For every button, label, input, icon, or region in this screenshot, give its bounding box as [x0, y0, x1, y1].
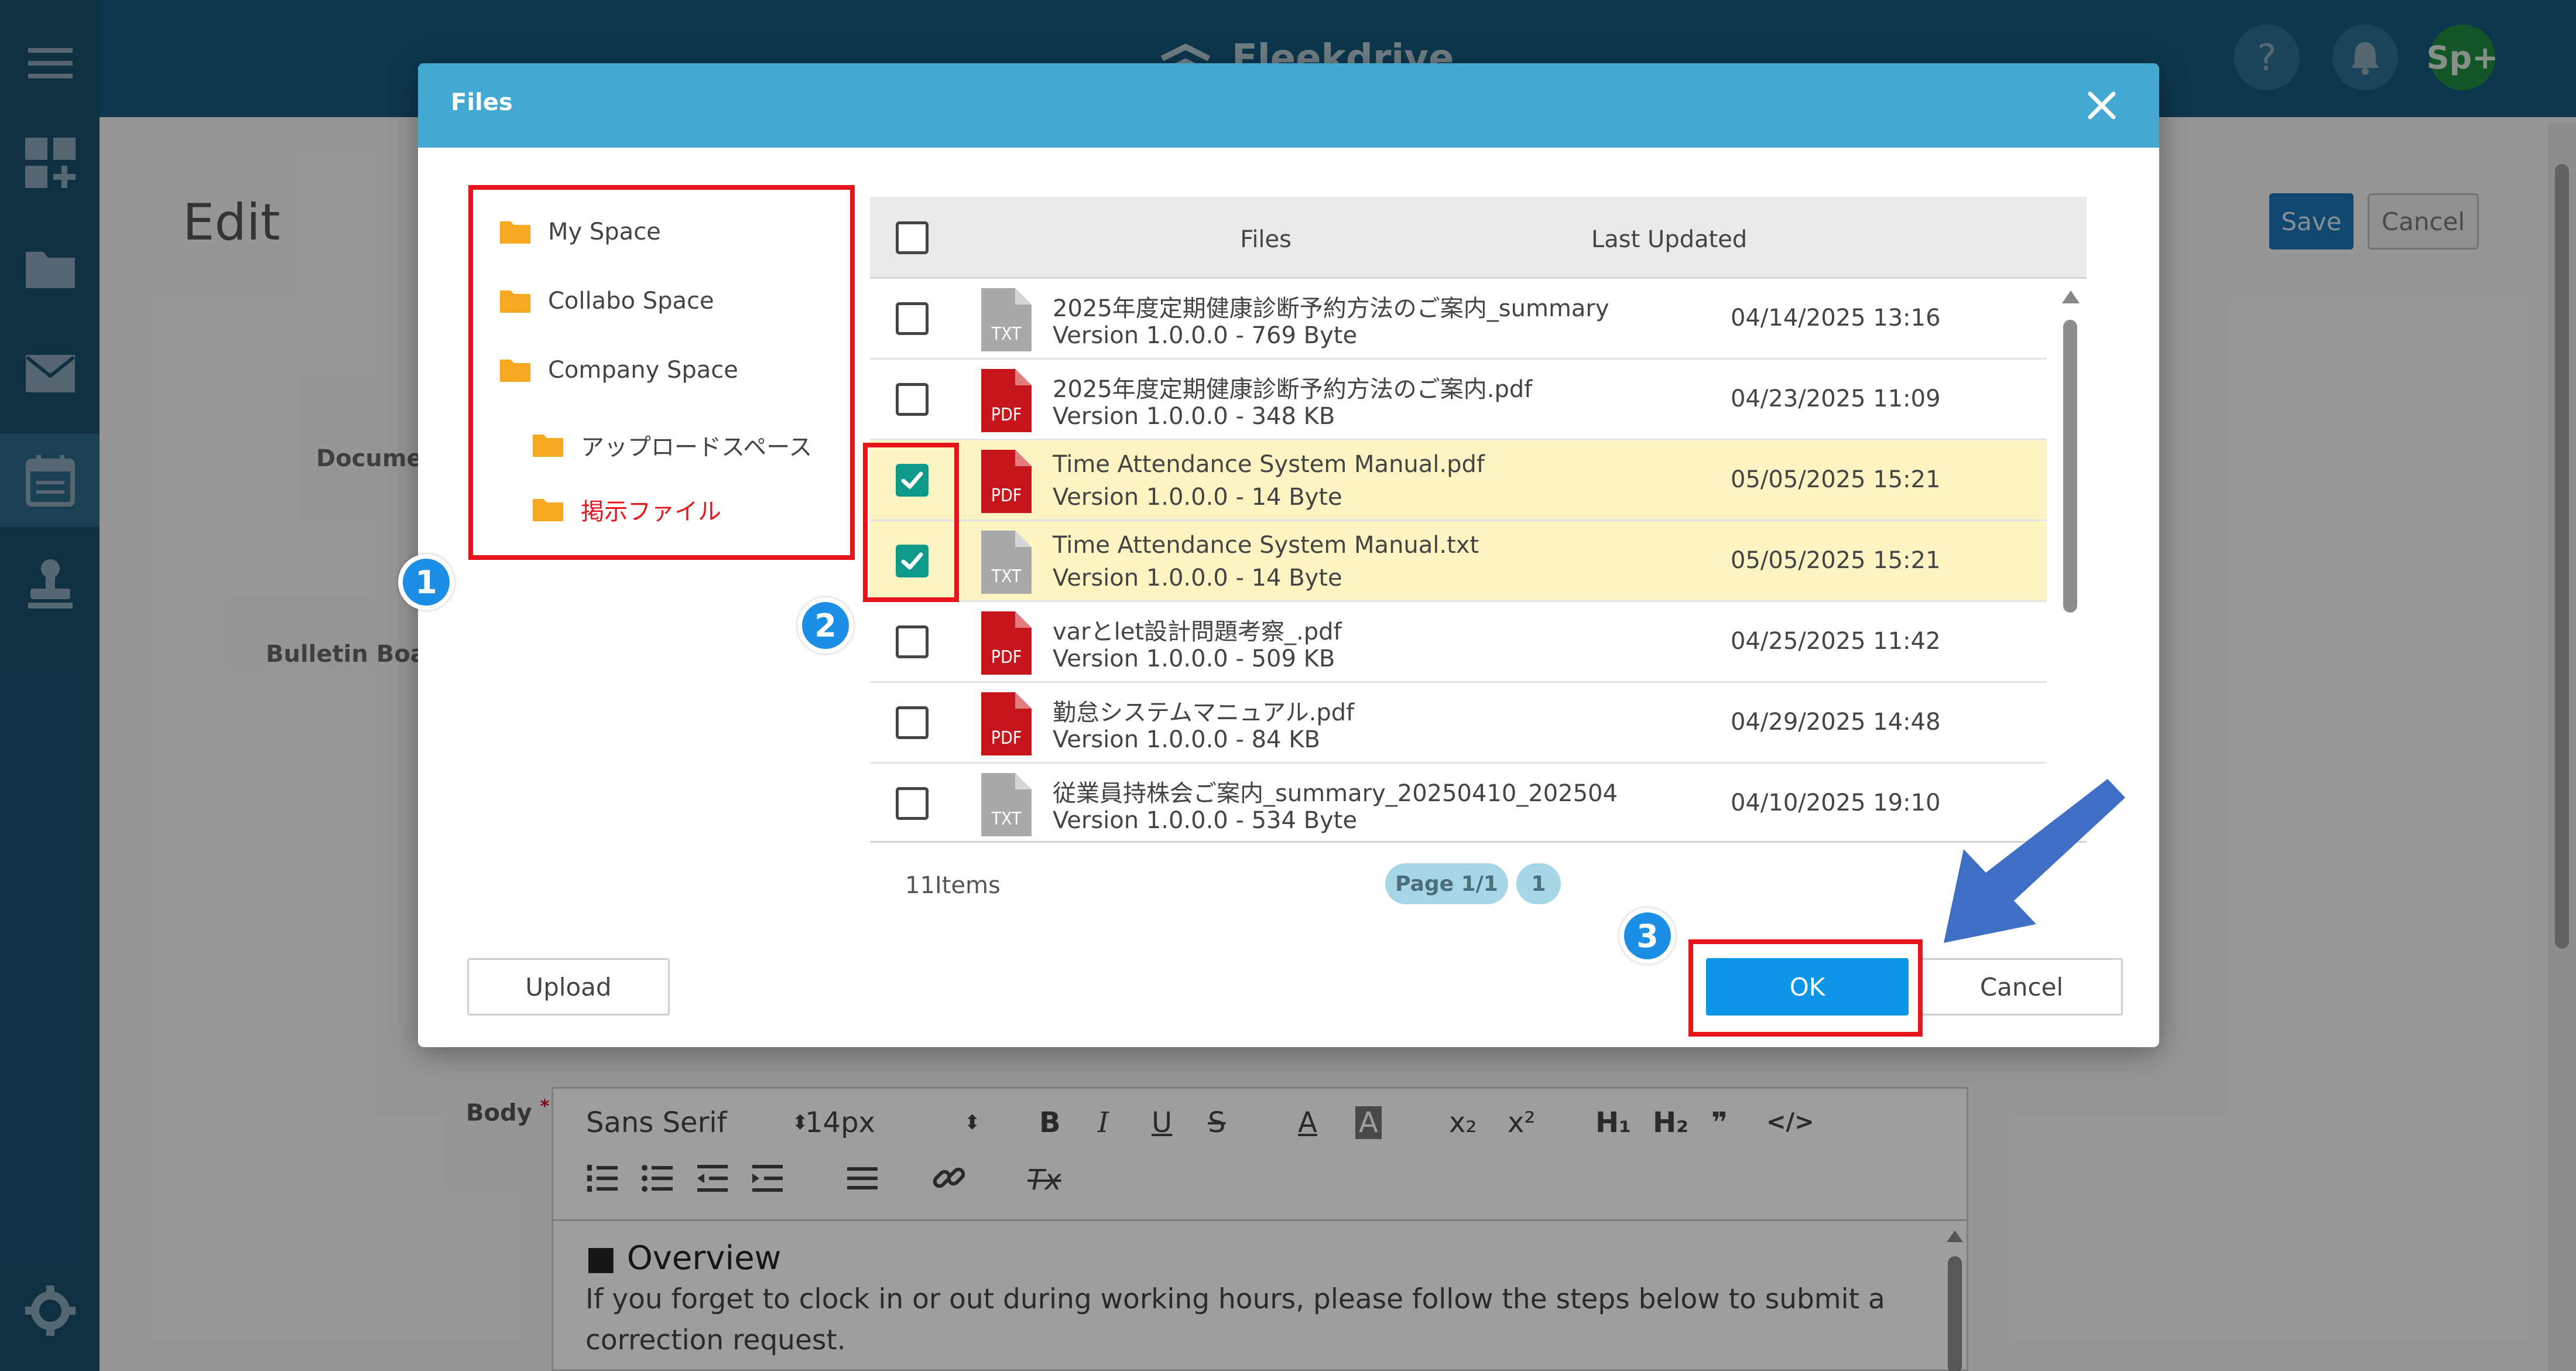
pdf-file-icon: PDF: [979, 610, 1033, 676]
folder-tree-highlight: [468, 185, 855, 560]
arrow-pointer-icon: [1944, 779, 2125, 943]
close-icon[interactable]: [2081, 84, 2123, 126]
table-rows: TXT 2025年度定期健康診断予約方法のご案内_summary Version 1…: [870, 279, 2047, 839]
dialog-header: Files: [418, 63, 2159, 148]
txt-file-icon: TXT: [979, 287, 1033, 353]
file-version: Version 1.0.0.0 - 348 KB: [1053, 403, 1335, 430]
page-number-button[interactable]: 1: [1516, 863, 1561, 904]
table-row[interactable]: PDF 勤怠システムマニュアル.pdf Version 1.0.0.0 - 84 K…: [870, 683, 2047, 764]
table-footer: 11Items Page 1/1 1: [870, 841, 2087, 923]
upload-button[interactable]: Upload: [467, 958, 670, 1016]
svg-text:PDF: PDF: [991, 647, 1022, 668]
step-badge-2: 2: [797, 597, 854, 654]
svg-text:TXT: TXT: [991, 566, 1022, 587]
svg-text:TXT: TXT: [991, 809, 1022, 829]
file-name: Time Attendance System Manual.txt: [1053, 532, 1479, 559]
step-badge-1: 1: [398, 554, 454, 610]
txt-file-icon: TXT: [979, 772, 1033, 837]
pdf-file-icon: PDF: [979, 368, 1033, 433]
file-name: 2025年度定期健康診断予約方法のご案内_summary: [1053, 295, 1609, 322]
file-last-updated: 05/05/2025 15:21: [1731, 547, 1941, 574]
file-version: Version 1.0.0.0 - 509 KB: [1053, 645, 1335, 672]
file-version: Version 1.0.0.0 - 14 Byte: [1053, 565, 1342, 592]
dialog-title: Files: [451, 89, 513, 116]
checkbox-highlight: [863, 443, 959, 602]
files-dialog: Files My Space Collabo Space Company Spa…: [418, 63, 2159, 1047]
row-checkbox[interactable]: [896, 787, 929, 820]
table-header: Files Last Updated: [870, 197, 2087, 279]
scroll-up-icon[interactable]: [2062, 290, 2080, 303]
svg-text:PDF: PDF: [991, 405, 1022, 425]
file-last-updated: 04/29/2025 14:48: [1731, 709, 1941, 736]
pdf-file-icon: PDF: [979, 449, 1033, 514]
row-checkbox[interactable]: [896, 383, 929, 416]
file-last-updated: 04/25/2025 11:42: [1731, 628, 1941, 655]
page-indicator: Page 1/1: [1385, 863, 1508, 904]
pdf-file-icon: PDF: [979, 691, 1033, 757]
row-checkbox[interactable]: [896, 625, 929, 658]
file-last-updated: 04/14/2025 13:16: [1731, 305, 1941, 331]
table-row[interactable]: PDF varとlet設計問題考察_.pdf Version 1.0.0.0 - 5…: [870, 602, 2047, 683]
cancel-button[interactable]: Cancel: [1920, 958, 2123, 1016]
svg-text:PDF: PDF: [991, 728, 1022, 748]
table-row[interactable]: TXT 従業員持株会ご案内_summary_20250410_202504 Vers…: [870, 764, 2047, 839]
file-last-updated: 05/05/2025 15:21: [1731, 466, 1941, 493]
items-count: 11Items: [905, 872, 1001, 899]
table-row[interactable]: PDF Time Attendance System Manual.pdf Vers…: [870, 440, 2047, 521]
file-name: 従業員持株会ご案内_summary_20250410_202504: [1053, 780, 1618, 807]
column-files: Files: [1240, 226, 1292, 253]
txt-file-icon: TXT: [979, 529, 1033, 595]
column-last-updated: Last Updated: [1591, 226, 1748, 253]
file-version: Version 1.0.0.0 - 14 Byte: [1053, 484, 1342, 511]
file-last-updated: 04/23/2025 11:09: [1731, 385, 1941, 412]
svg-text:PDF: PDF: [991, 486, 1022, 506]
file-name: Time Attendance System Manual.pdf: [1053, 451, 1485, 478]
file-name: varとlet設計問題考察_.pdf: [1053, 618, 1342, 645]
file-version: Version 1.0.0.0 - 534 Byte: [1053, 807, 1358, 834]
step-badge-3: 3: [1619, 908, 1676, 964]
table-scroll-thumb[interactable]: [2063, 320, 2077, 613]
files-table: Files Last Updated TXT 2025年度定期健康診断予約方法のご…: [870, 197, 2087, 923]
file-name: 2025年度定期健康診断予約方法のご案内.pdf: [1053, 376, 1533, 403]
file-version: Version 1.0.0.0 - 769 Byte: [1053, 322, 1358, 349]
table-row[interactable]: TXT 2025年度定期健康診断予約方法のご案内_summary Version 1…: [870, 279, 2047, 360]
row-checkbox[interactable]: [896, 302, 929, 335]
table-row[interactable]: PDF 2025年度定期健康診断予約方法のご案内.pdf Version 1.0.0…: [870, 360, 2047, 440]
table-scrollbar[interactable]: [2058, 285, 2082, 841]
table-row[interactable]: TXT Time Attendance System Manual.txt Vers…: [870, 521, 2047, 602]
file-name: 勤怠システムマニュアル.pdf: [1053, 699, 1355, 726]
file-last-updated: 04/10/2025 19:10: [1731, 789, 1941, 816]
file-version: Version 1.0.0.0 - 84 KB: [1053, 726, 1320, 753]
ok-button-highlight: [1688, 939, 1923, 1037]
svg-text:TXT: TXT: [991, 324, 1022, 344]
row-checkbox[interactable]: [896, 706, 929, 739]
